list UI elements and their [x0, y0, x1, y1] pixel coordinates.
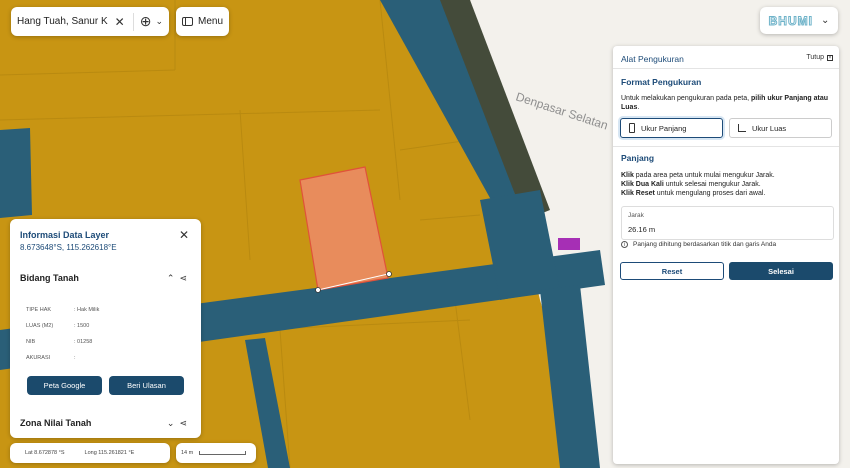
- divider: [132, 12, 134, 31]
- divider: [613, 146, 839, 147]
- chevron-up-icon[interactable]: ⌃: [167, 273, 175, 283]
- search-input[interactable]: Hang Tuah, Sanur K: [17, 16, 111, 27]
- zoom-icon[interactable]: ⊕: [140, 13, 152, 30]
- search-bar[interactable]: Hang Tuah, Sanur K ✕ ⊕ ⌄: [11, 7, 169, 36]
- divider: [613, 68, 839, 69]
- bhumi-logo: BHUMI: [768, 13, 813, 28]
- info-icon: i: [621, 241, 628, 248]
- beri-ulasan-button[interactable]: Beri Ulasan: [109, 376, 184, 395]
- section-zona-nilai-tanah[interactable]: Zona Nilai Tanah: [20, 418, 91, 428]
- ruler-icon: [629, 123, 635, 133]
- panel-title: Alat Pengukuran: [621, 54, 684, 64]
- menu-label: Menu: [197, 16, 223, 27]
- chevron-down-icon[interactable]: ⌄: [821, 15, 829, 26]
- jarak-field: Jarak 26.16 m: [621, 206, 834, 240]
- peta-google-button[interactable]: Peta Google: [27, 376, 102, 395]
- scale-label: 14 m: [181, 450, 194, 456]
- section-controls: ⌃ ⋖: [167, 273, 187, 284]
- close-icon[interactable]: ✕: [115, 15, 125, 29]
- attr-row: TIPE HAK: Hak Milik: [26, 307, 100, 313]
- format-description: Untuk melakukan pengukuran pada peta, pi…: [621, 95, 828, 111]
- selesai-button[interactable]: Selesai: [729, 262, 833, 280]
- share-icon[interactable]: ⋖: [179, 418, 187, 428]
- section-bidang-tanah[interactable]: Bidang Tanah: [20, 273, 79, 283]
- info-data-layer-panel: Informasi Data Layer 8.673648°S, 115.262…: [10, 219, 201, 438]
- sidebar-icon: [181, 17, 193, 26]
- share-icon[interactable]: ⋖: [179, 273, 187, 283]
- coordinate-readout: Lat 8.672878 °S Long 115.261821 °E: [10, 443, 170, 463]
- coordinates: 8.673648°S, 115.262618°E: [20, 243, 117, 252]
- measurement-panel: Alat Pengukuran Tutup × Format Pengukuran…: [613, 46, 839, 464]
- menu-button[interactable]: Menu: [176, 7, 229, 36]
- jarak-label: Jarak: [628, 212, 644, 219]
- close-button[interactable]: Tutup ×: [806, 54, 833, 61]
- longitude: Long 115.261821 °E: [84, 450, 135, 456]
- instructions: Klik pada area peta untuk mulai mengukur…: [621, 172, 775, 197]
- info-note: i Panjang dihitung berdasarkan titik dan …: [621, 241, 776, 248]
- chevron-down-icon[interactable]: ⌄: [167, 418, 175, 428]
- area-icon: [738, 124, 746, 132]
- attr-row: AKURASI:: [26, 355, 76, 361]
- close-icon: ×: [827, 54, 833, 61]
- panjang-heading: Panjang: [621, 153, 655, 163]
- ukur-panjang-button[interactable]: Ukur Panjang: [620, 118, 723, 138]
- section-controls: ⌄ ⋖: [167, 418, 187, 429]
- jarak-value: 26.16 m: [628, 225, 656, 234]
- reset-button[interactable]: Reset: [620, 262, 724, 280]
- latitude: Lat 8.672878 °S: [25, 450, 65, 456]
- ukur-luas-button[interactable]: Ukur Luas: [729, 118, 832, 138]
- format-heading: Format Pengukuran: [621, 77, 702, 87]
- chevron-down-icon[interactable]: ⌄: [155, 16, 163, 27]
- close-icon[interactable]: ✕: [179, 228, 189, 242]
- attr-row: LUAS (M2): 1500: [26, 323, 90, 329]
- attr-row: NIB: 01258: [26, 339, 93, 345]
- brand-switcher[interactable]: BHUMI ⌄: [760, 7, 838, 34]
- scale-line: [199, 451, 247, 455]
- panel-title: Informasi Data Layer: [20, 230, 110, 240]
- scale-bar: 14 m: [176, 443, 256, 463]
